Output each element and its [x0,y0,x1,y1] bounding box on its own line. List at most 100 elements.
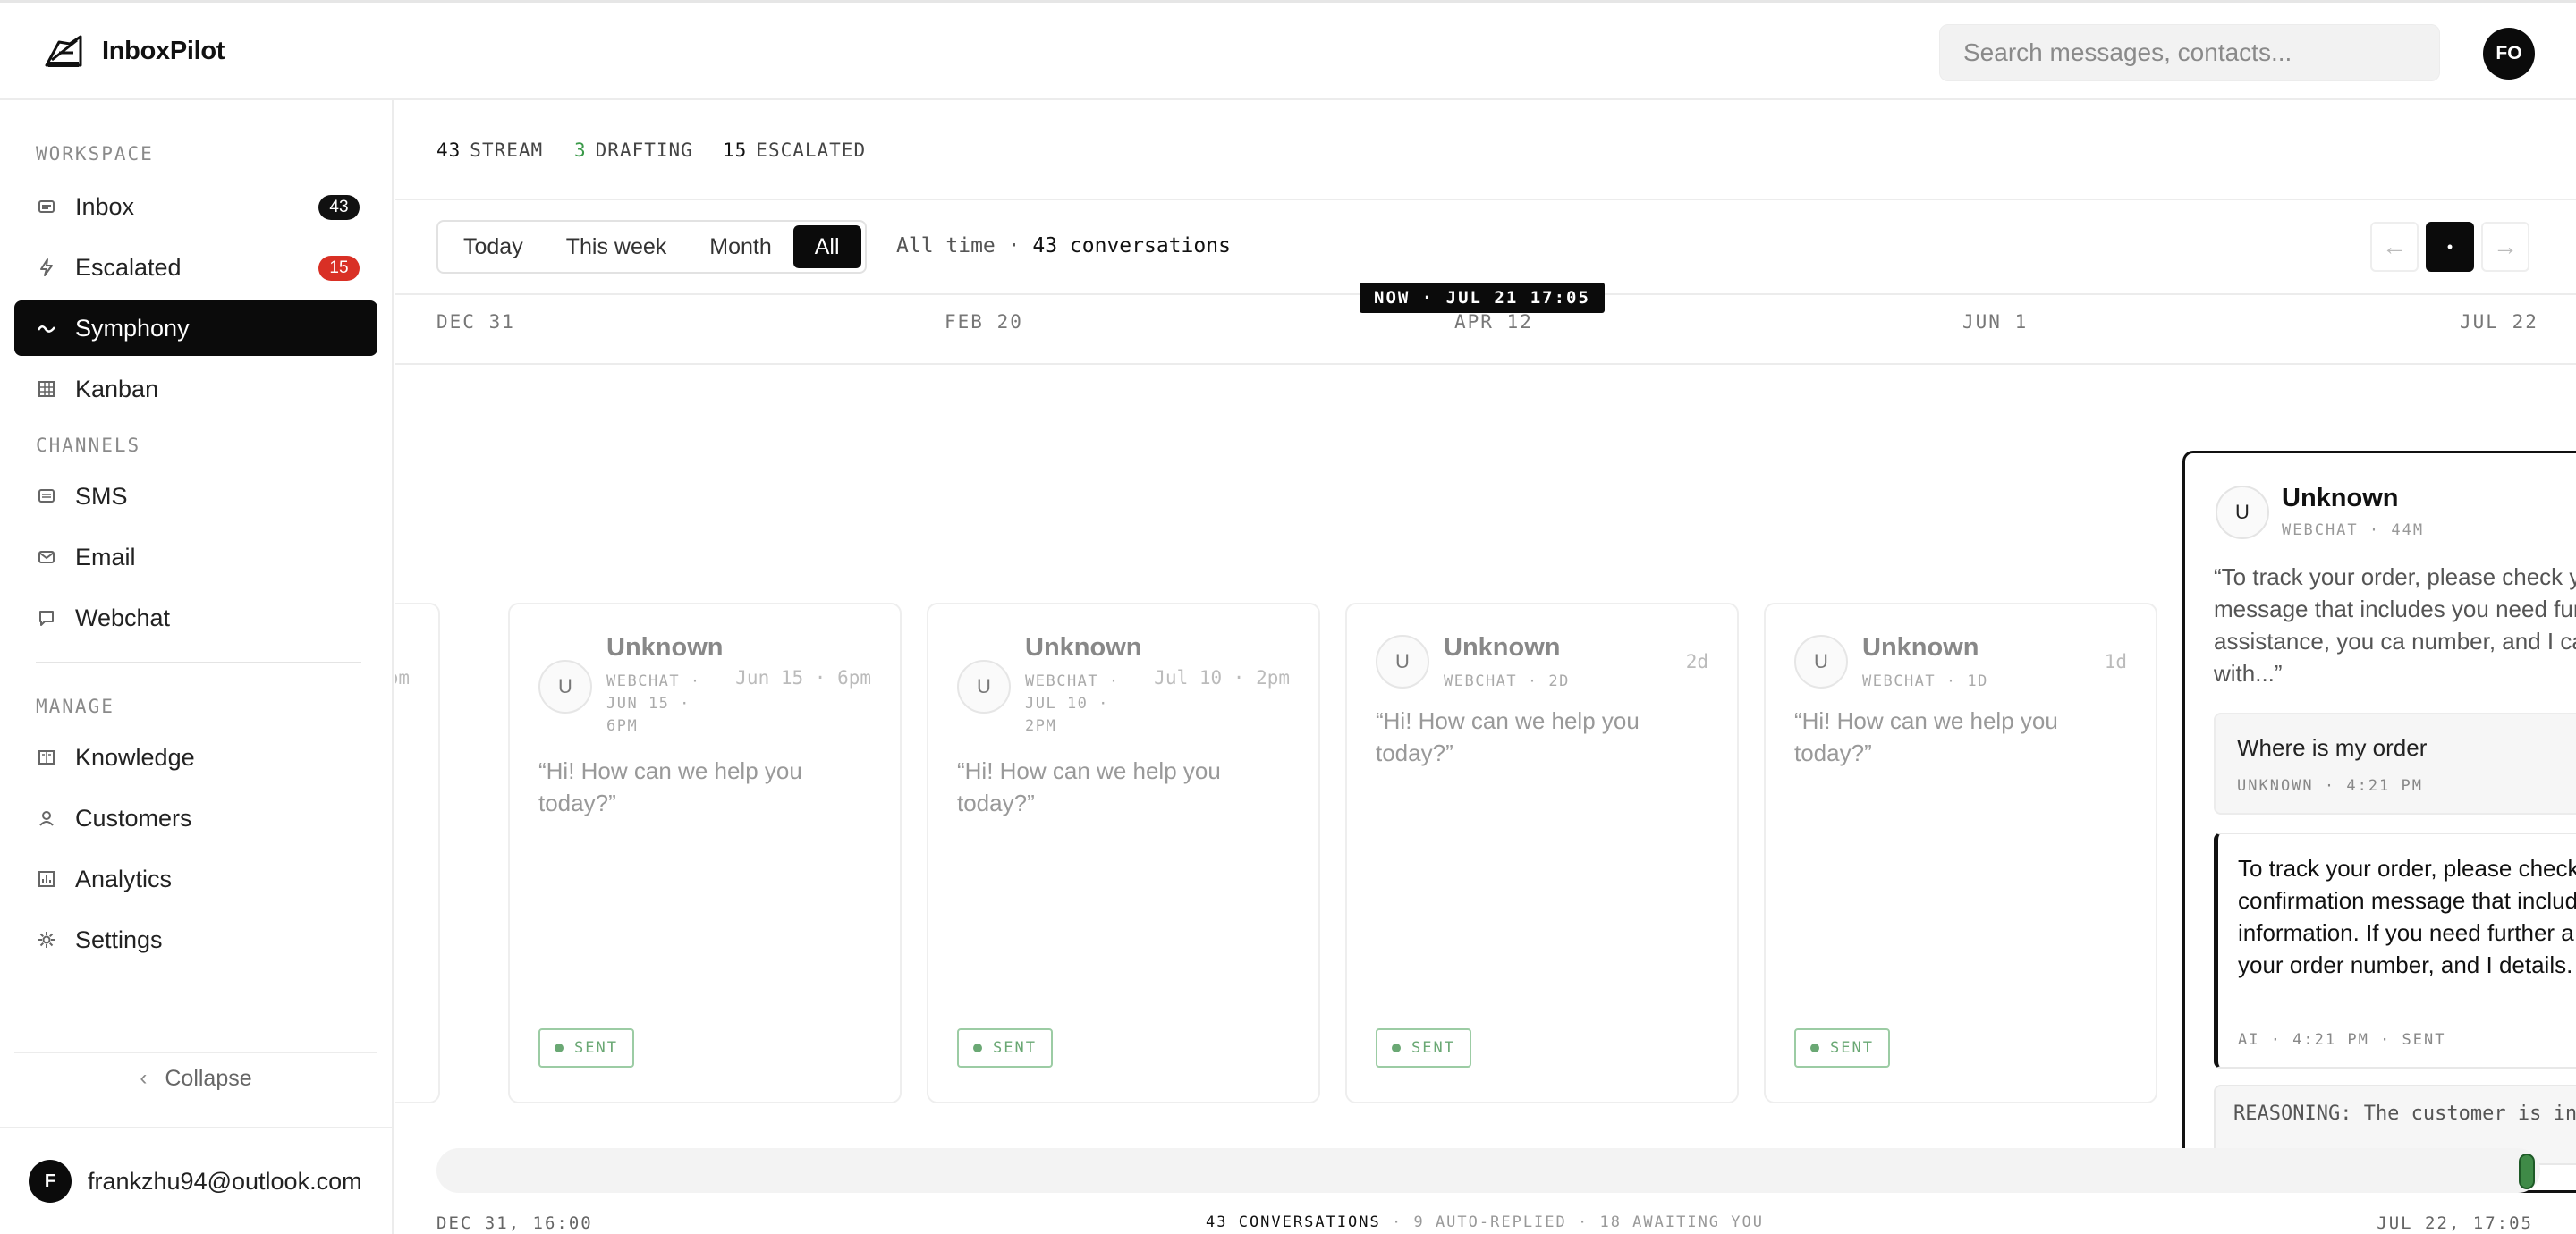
card-time: · 6pm [395,667,410,689]
contact-avatar: U [957,660,1011,714]
card-preview: “Hi! How can we help you today?” [1794,707,2058,766]
status-label: SENT [1830,1039,1874,1057]
sidebar-item-kanban[interactable]: Kanban [14,361,377,417]
sidebar-divider [36,662,361,663]
range-summary: All time · 43 conversations [896,234,1231,258]
sidebar-item-escalated[interactable]: Escalated 15 [14,240,377,295]
stat-stream: 43 STREAM [436,139,543,161]
contact-name: Unknown [1444,633,1561,662]
timeline-scrubber[interactable] [436,1148,2540,1193]
card-time: 1d [2104,651,2127,672]
card-time: Jul 10 · 2pm [1154,667,1290,689]
book-icon [36,747,57,768]
message-text: To track your order, please check confir… [2238,855,2576,978]
current-page-button[interactable]: • [2426,222,2474,272]
incoming-message: Where is my order UNKNOWN · 4:21 PM [2214,713,2576,815]
workspace-section-label: WORKSPACE [36,143,154,165]
status-dot [1392,1044,1401,1052]
conversation-card-partial[interactable]: · 6pm [395,603,440,1103]
range-separator: · [1007,234,1021,258]
collapse-button[interactable]: ‹ Collapse [14,1052,377,1103]
top-bar: InboxPilot FO [0,0,2576,100]
summary-detail: · 9 AUTO-REPLIED · 18 AWAITING YOU [1380,1213,1764,1231]
stat-number: 3 [574,139,587,161]
timeline-tick: DEC 31 [436,311,515,333]
paper-plane-logo-icon[interactable] [43,30,84,71]
inbox-icon [36,196,57,217]
account-avatar[interactable]: FO [2483,28,2535,80]
card-preview: “Hi! How can we help you today?” [957,757,1221,816]
contact-name: Unknown [2282,484,2399,512]
sidebar-item-email[interactable]: Email [14,529,377,585]
conversation-count: 43 conversations [1032,234,1231,258]
timeline-summary: 43 CONVERSATIONS · 9 AUTO-REPLIED · 18 A… [1206,1213,1764,1231]
range-month-button[interactable]: Month [688,225,792,268]
conversation-card[interactable]: U Unknown WEBCHAT · 2D 2d “Hi! How can w… [1345,603,1739,1103]
sidebar-item-label: Settings [75,926,163,953]
stat-label: STREAM [470,139,544,161]
inbox-count-badge: 43 [318,195,360,220]
sidebar-item-knowledge[interactable]: Knowledge [14,730,377,785]
grid-icon [36,378,57,400]
stat-escalated: 15 ESCALATED [723,139,866,161]
range-start-label: DEC 31, 16:00 [436,1213,593,1233]
stat-label: DRAFTING [595,139,693,161]
sidebar-item-sms[interactable]: SMS [14,469,377,524]
prev-page-button[interactable]: ← [2370,222,2419,272]
sidebar-item-analytics[interactable]: Analytics [14,851,377,907]
card-meta: WEBCHAT · 2D [1444,672,1570,690]
sms-icon [36,486,57,507]
user-profile[interactable]: F frankzhu94@outlook.com [0,1127,394,1234]
person-icon [36,807,57,829]
sidebar-item-symphony[interactable]: Symphony [14,300,377,356]
status-badge: SENT [1794,1028,1890,1068]
card-preview: “Hi! How can we help you today?” [1376,707,1640,766]
search-input[interactable] [1939,24,2440,81]
status-label: SENT [993,1039,1037,1057]
sidebar-item-label: Analytics [75,865,173,892]
stat-label: ESCALATED [756,139,867,161]
status-dot [555,1044,564,1052]
card-preview: “Hi! How can we help you today?” [538,757,802,816]
stat-drafting: 3 DRAFTING [574,139,693,161]
range-label: All time [896,234,996,258]
sidebar-item-label: Knowledge [75,743,195,771]
range-week-button[interactable]: This week [545,225,689,268]
next-page-button[interactable]: → [2481,222,2529,272]
status-badge: SENT [1376,1028,1471,1068]
bolt-icon [36,257,57,278]
status-label: SENT [1411,1039,1455,1057]
contact-name: Unknown [606,633,724,662]
contact-avatar: U [538,660,592,714]
manage-section-label: MANAGE [36,696,114,717]
range-today-button[interactable]: Today [442,225,545,268]
conversation-card[interactable]: U Unknown WEBCHAT · JUN 15 · 6PM Jun 15 … [508,603,902,1103]
conversation-card[interactable]: U Unknown WEBCHAT · JUL 10 · 2PM Jul 10 … [927,603,1320,1103]
status-dot [973,1044,982,1052]
ai-reply-message: To track your order, please check confir… [2214,833,2576,1069]
contact-avatar: U [1794,635,1848,689]
timeline-tick: APR 12 [1454,311,1533,333]
card-meta: WEBCHAT · 44M [2282,521,2425,539]
sidebar-item-customers[interactable]: Customers [14,790,377,846]
bar-chart-icon [36,868,57,890]
escalated-count-badge: 15 [318,256,360,281]
app-title[interactable]: InboxPilot [102,37,225,66]
conversation-detail-card[interactable]: U Unknown WEBCHAT · 44M “To track your o… [2182,451,2576,1193]
sidebar-item-label: Email [75,543,136,571]
conversation-card[interactable]: U Unknown WEBCHAT · 1D 1d “Hi! How can w… [1764,603,2157,1103]
sidebar-item-label: Customers [75,804,192,832]
sidebar-item-settings[interactable]: Settings [14,912,377,968]
timeline-tick: JUL 22 [2460,311,2538,333]
card-meta: WEBCHAT · JUL 10 · 2PM [1025,672,1120,735]
sidebar-item-webchat[interactable]: Webchat [14,590,377,646]
sidebar: WORKSPACE Inbox 43 Escalated 15 Symphony… [0,100,394,1234]
scrubber-handle[interactable] [2519,1154,2535,1189]
sidebar-item-label: Escalated [75,253,182,281]
range-all-button[interactable]: All [792,225,861,268]
sidebar-item-inbox[interactable]: Inbox 43 [14,179,377,234]
chevron-left-icon: ‹ [140,1066,148,1090]
chat-icon [36,607,57,629]
stat-number: 15 [723,139,748,161]
range-end-label: JUL 22, 17:05 [2377,1213,2533,1233]
